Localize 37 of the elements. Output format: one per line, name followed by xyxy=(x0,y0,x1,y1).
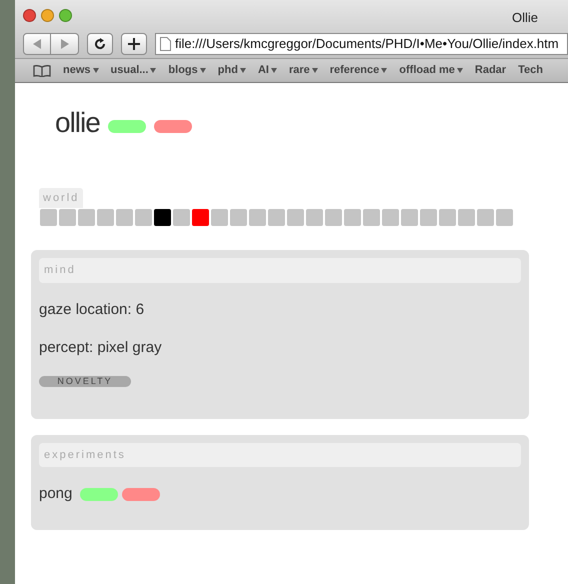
stop-button[interactable] xyxy=(154,120,192,133)
zoom-button[interactable] xyxy=(59,8,72,22)
window-title: Ollie xyxy=(512,9,538,28)
experiment-name: pong xyxy=(39,484,72,504)
bookmark-item[interactable]: phd xyxy=(218,62,246,79)
bookmark-item[interactable]: Radar xyxy=(474,62,506,79)
status-text: percept: pixel gray xyxy=(39,338,163,358)
page-title: ollie xyxy=(55,109,100,137)
stop-button[interactable] xyxy=(122,488,160,501)
bookmark-item[interactable]: usual... xyxy=(110,62,156,79)
book-icon[interactable] xyxy=(33,64,51,76)
section-label: mind xyxy=(39,258,521,282)
start-button[interactable] xyxy=(80,488,118,501)
bookmark-item[interactable]: offload me xyxy=(399,62,463,79)
close-button[interactable] xyxy=(23,8,36,22)
bookmark-item[interactable]: reference xyxy=(330,62,388,79)
plus-icon xyxy=(128,38,140,50)
document-icon xyxy=(160,37,171,51)
back-button[interactable] xyxy=(23,33,51,55)
section-label: experiments xyxy=(39,442,521,467)
reload-icon xyxy=(94,38,106,50)
bookmark-item[interactable]: rare xyxy=(288,62,318,79)
back-icon xyxy=(33,39,41,49)
bookmark-item[interactable]: blogs xyxy=(168,62,206,79)
status-text: gaze location: 6 xyxy=(39,300,146,320)
forward-icon xyxy=(60,39,68,49)
start-button[interactable] xyxy=(108,120,146,133)
minimize-button[interactable] xyxy=(41,8,54,22)
bookmark-item[interactable]: AI xyxy=(258,62,277,79)
bookmark-item[interactable]: news xyxy=(63,62,99,79)
address-field[interactable]: file:///Users/kmcgreggor/Documents/PHD/I•Me•You/Ollie/index.htm xyxy=(155,33,568,55)
section-label: world xyxy=(39,188,84,208)
add-bookmark-button[interactable] xyxy=(121,33,147,55)
reload-button[interactable] xyxy=(87,33,113,55)
novelty-badge: NOVELTY xyxy=(39,376,131,386)
bookmark-item[interactable]: Tech xyxy=(518,62,543,79)
forward-button[interactable] xyxy=(51,33,79,55)
